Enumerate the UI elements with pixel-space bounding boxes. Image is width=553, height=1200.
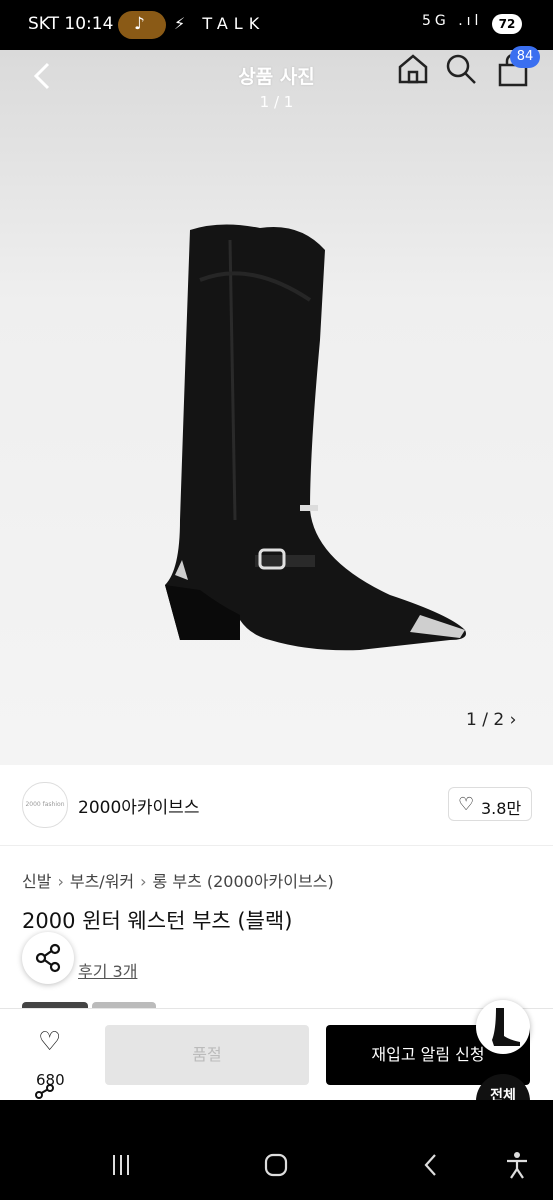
breadcrumb: 신발 › 부츠/워커 › 롱 부츠 (2000아카이브스)	[22, 868, 334, 892]
seller-like-button[interactable]: ♡ 3.8만	[448, 787, 532, 821]
breadcrumb-item[interactable]: 부츠/워커	[70, 872, 134, 891]
battery-icon: 72	[492, 14, 522, 34]
top-navigation: 상품 사진 1 / 1 84	[0, 46, 553, 120]
seller-logo[interactable]: 2000 fashion	[22, 782, 68, 828]
boot-thumbnail-icon	[492, 1008, 520, 1046]
chevron-right-icon: ›	[140, 872, 147, 891]
image-counter[interactable]: 1 / 2 ›	[466, 710, 516, 730]
accessibility-icon[interactable]	[502, 1150, 532, 1180]
signal-icons: 5G .ıl	[422, 13, 483, 29]
product-boot-image	[165, 224, 466, 651]
notification-icons: ⚡ TALK	[174, 14, 266, 33]
back-icon[interactable]	[416, 1150, 446, 1180]
seller-row[interactable]: 2000 fashion 2000아카이브스 ♡ 3.8만	[0, 765, 553, 846]
home-button-icon[interactable]	[261, 1150, 291, 1180]
breadcrumb-item[interactable]: 롱 부츠 (2000아카이브스)	[153, 872, 334, 891]
home-icon[interactable]	[396, 52, 430, 86]
seller-name[interactable]: 2000아카이브스	[78, 793, 199, 818]
recent-item-thumbnail[interactable]	[476, 1000, 530, 1054]
media-pill[interactable]: ♪	[118, 11, 166, 39]
music-note-icon: ♪	[134, 14, 145, 34]
page-index: 1 / 1	[259, 93, 294, 111]
seller-like-count: 3.8만	[481, 799, 522, 818]
reviews-link[interactable]: 후기 3개	[78, 958, 137, 982]
share-icon	[35, 943, 61, 973]
purchase-bar: ♡ 680 품절 재입고 알림 신청	[0, 1008, 553, 1101]
search-icon[interactable]	[444, 52, 478, 86]
share-button[interactable]	[22, 932, 74, 984]
heart-outline-icon: ♡	[38, 1027, 62, 1057]
breadcrumb-item[interactable]: 신발	[22, 872, 51, 891]
status-time: SKT 10:14	[28, 14, 114, 34]
chevron-right-icon: ›	[57, 872, 64, 891]
status-bar: SKT 10:14 ♪ ⚡ TALK 5G .ıl 72	[0, 0, 553, 50]
soldout-button[interactable]: 품절	[105, 1025, 309, 1085]
product-image-gallery[interactable]: 상품 사진 1 / 1 84 1 / 2 ›	[0, 46, 553, 765]
system-navigation-bar	[0, 1100, 553, 1200]
wishlist-button[interactable]: ♡ 680	[30, 1027, 80, 1089]
share-icon[interactable]	[30, 1080, 60, 1100]
product-title: 2000 윈터 웨스턴 부츠 (블랙)	[22, 909, 293, 933]
cart-count-badge: 84	[510, 46, 540, 68]
heart-outline-icon: ♡	[458, 794, 475, 815]
recent-apps-icon[interactable]	[106, 1150, 136, 1180]
